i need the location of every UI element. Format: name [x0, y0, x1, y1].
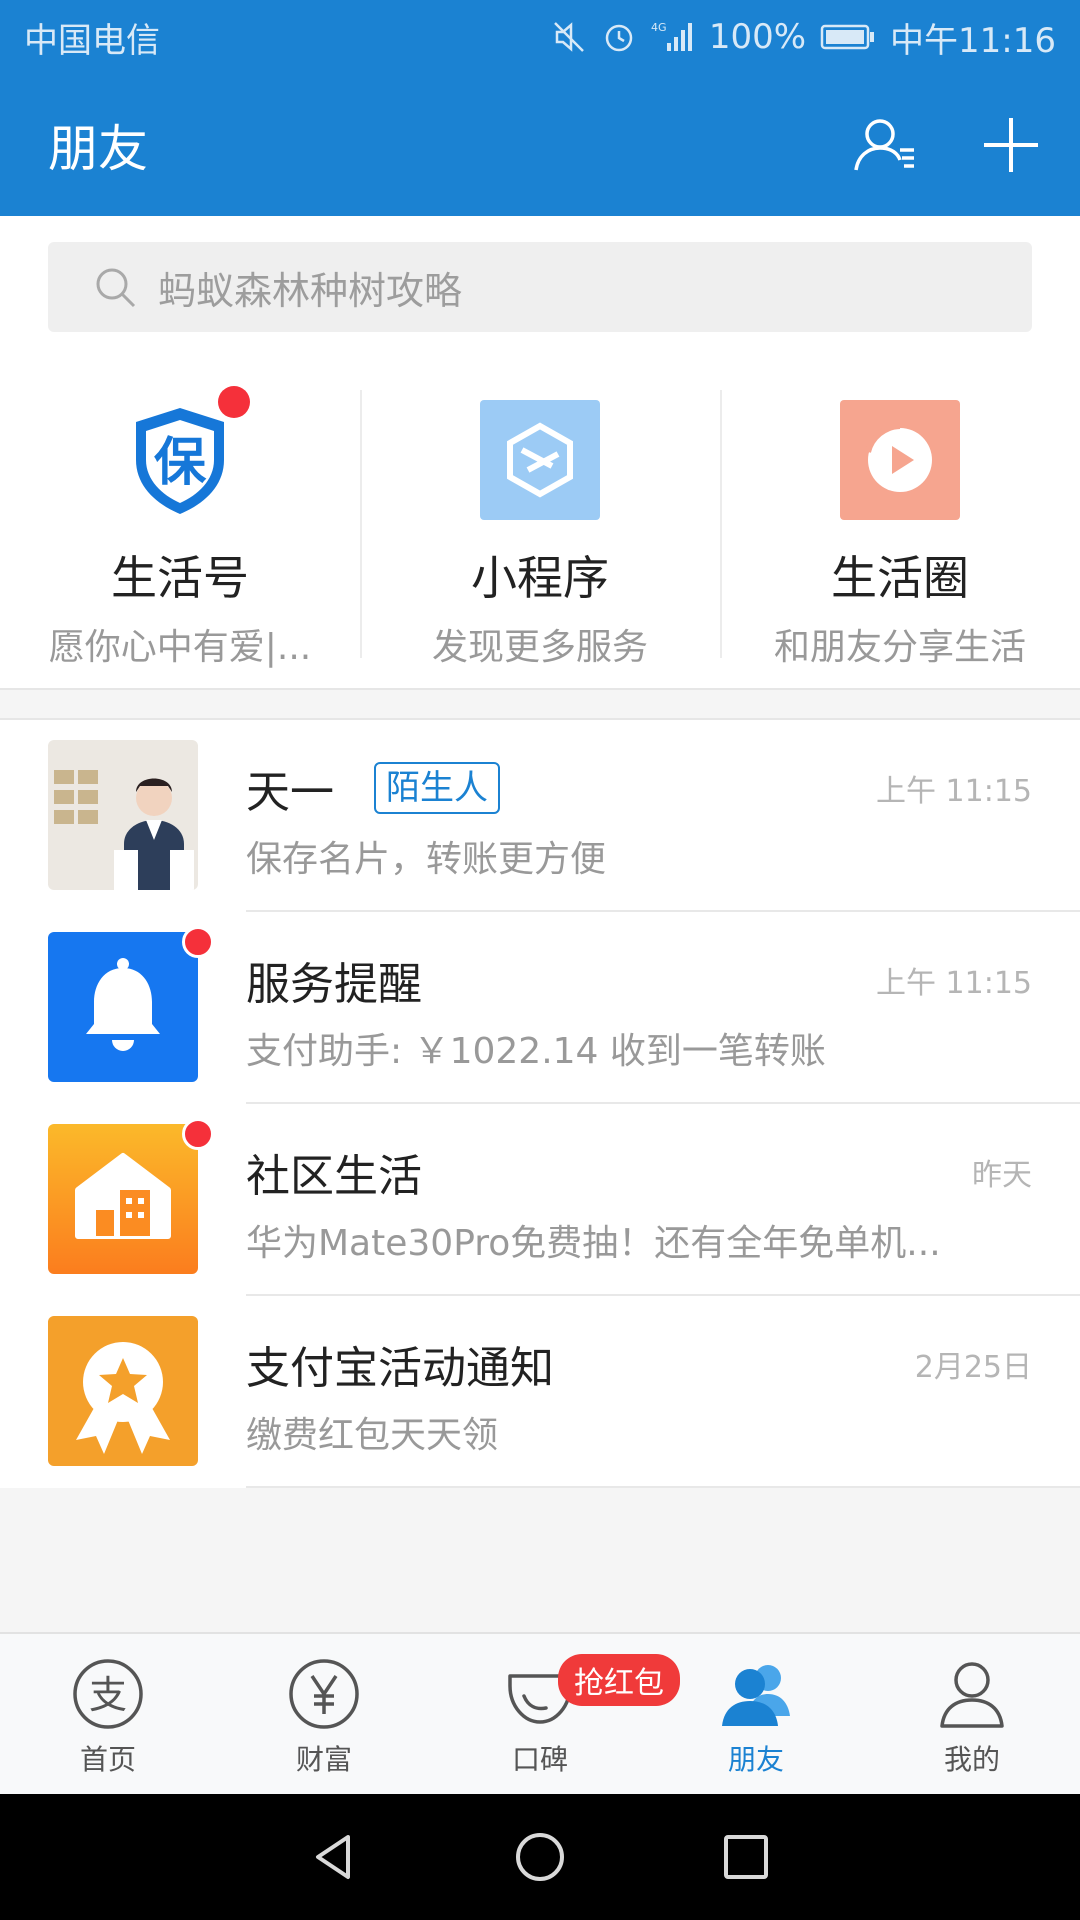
message-time: 上午 11:15 — [876, 966, 1032, 1001]
back-icon[interactable] — [306, 1829, 362, 1885]
message-preview: 缴费红包天天领 — [246, 1415, 499, 1456]
message-title: 服务提醒 — [246, 948, 422, 1012]
message-name: 支付宝活动通知 — [246, 1343, 554, 1394]
person-icon — [940, 1662, 1004, 1728]
message-preview: 保存名片，转账更方便 — [246, 839, 607, 880]
stranger-tag: 陌生人 — [374, 762, 500, 814]
status-bar: 中国电信 4G 100% 中午11:16 — [0, 0, 1080, 74]
svg-text:支: 支 — [89, 1673, 127, 1717]
message-title: 天一 陌生人 — [246, 756, 500, 820]
person-avatar-image — [48, 740, 198, 890]
notification-dot — [218, 386, 250, 418]
tab-label: 首页 — [79, 1743, 136, 1776]
message-row-alipay-activity[interactable]: 支付宝活动通知 2月25日 缴费红包天天领 — [0, 1296, 1080, 1488]
home-icon[interactable] — [512, 1829, 568, 1885]
message-time: 2月25日 — [914, 1350, 1032, 1385]
message-list: 天一 陌生人 上午 11:15 保存名片，转账更方便 服务提醒 上午 11:15… — [0, 718, 1080, 1488]
battery-percent: 100% — [708, 17, 807, 57]
network-label: 4G — [651, 21, 667, 34]
row-divider — [246, 1486, 1080, 1488]
message-row-tianyi[interactable]: 天一 陌生人 上午 11:15 保存名片，转账更方便 — [0, 720, 1080, 912]
search-icon — [96, 268, 136, 308]
mute-icon — [553, 22, 584, 52]
community-house-icon — [48, 1124, 198, 1274]
entry-icon-wrap — [480, 400, 600, 520]
message-name: 天一 — [246, 767, 334, 818]
app-header: 朋友 — [0, 74, 1080, 216]
header-actions — [850, 110, 1046, 180]
alipay-home-icon: 支 — [73, 1659, 143, 1729]
message-time: 上午 11:15 — [876, 774, 1032, 809]
quick-entries: 保 生活号 愿你心中有爱|... 小程序 发现更多服务 生活圈 和朋友分享生活 — [0, 350, 1080, 690]
tab-label: 我的 — [943, 1743, 1000, 1776]
svg-text:保: 保 — [154, 433, 207, 493]
mini-program-icon — [480, 400, 600, 520]
clock: 中午11:16 — [890, 20, 1056, 61]
search-input[interactable]: 蚂蚁森林种树攻略 — [48, 242, 1032, 332]
activity-avatar — [48, 1316, 198, 1466]
entry-title: 小程序 — [471, 551, 609, 605]
entry-title: 生活圈 — [831, 551, 969, 605]
status-indicators: 4G 100% 中午11:16 — [551, 13, 1056, 62]
add-icon[interactable] — [976, 110, 1046, 180]
contacts-icon[interactable] — [850, 110, 920, 180]
friends-icon — [722, 1665, 790, 1726]
system-nav-bar — [0, 1794, 1080, 1920]
bottom-tab-bar: 支 首页 财富 口碑 抢红包 朋友 我的 — [0, 1632, 1080, 1794]
tab-label: 朋友 — [727, 1743, 784, 1776]
person-avatar — [48, 740, 198, 890]
entry-life-circle[interactable]: 生活圈 和朋友分享生活 — [720, 350, 1080, 688]
tab-koubei[interactable]: 口碑 抢红包 — [432, 1634, 680, 1794]
entry-icon-wrap — [840, 400, 960, 520]
message-preview: 华为Mate30Pro免费抽！还有全年免单机... — [246, 1223, 941, 1264]
bell-icon — [48, 932, 198, 1082]
community-avatar — [48, 1124, 198, 1274]
entry-subtitle: 和朋友分享生活 — [773, 627, 1026, 668]
yen-icon — [289, 1659, 359, 1729]
entry-mini-program[interactable]: 小程序 发现更多服务 — [360, 350, 720, 688]
tab-label: 财富 — [295, 1743, 352, 1776]
carrier-label: 中国电信 — [24, 20, 160, 61]
message-name: 服务提醒 — [246, 959, 422, 1010]
message-title: 支付宝活动通知 — [246, 1332, 554, 1396]
tab-home[interactable]: 支 首页 — [0, 1634, 216, 1794]
alarm-icon — [605, 24, 633, 52]
message-title: 社区生活 — [246, 1140, 422, 1204]
search-section: 蚂蚁森林种树攻略 — [0, 216, 1080, 350]
entry-subtitle: 愿你心中有爱|... — [48, 627, 312, 668]
battery-icon — [820, 24, 875, 50]
page-title: 朋友 — [48, 120, 148, 178]
message-time: 昨天 — [972, 1158, 1032, 1193]
message-row-community[interactable]: 社区生活 昨天 华为Mate30Pro免费抽！还有全年免单机... — [0, 1104, 1080, 1296]
service-avatar — [48, 932, 198, 1082]
tab-label: 口碑 — [511, 1743, 568, 1776]
entry-life-account[interactable]: 保 生活号 愿你心中有爱|... — [0, 350, 360, 688]
tab-mine[interactable]: 我的 — [864, 1634, 1080, 1794]
search-placeholder: 蚂蚁森林种树攻略 — [158, 268, 463, 313]
tab-friends[interactable]: 朋友 — [648, 1634, 864, 1794]
notification-dot — [182, 1118, 214, 1150]
entry-subtitle: 发现更多服务 — [431, 627, 648, 668]
message-name: 社区生活 — [246, 1151, 422, 1202]
notification-dot — [182, 926, 214, 958]
message-row-service-reminder[interactable]: 服务提醒 上午 11:15 支付助手: ￥1022.14 收到一笔转账 — [0, 912, 1080, 1104]
life-circle-icon — [840, 400, 960, 520]
message-preview: 支付助手: ￥1022.14 收到一笔转账 — [246, 1031, 826, 1072]
entry-icon-wrap: 保 — [120, 386, 250, 520]
shield-bao-icon: 保 — [136, 408, 224, 514]
recents-icon[interactable] — [718, 1829, 774, 1885]
entry-title: 生活号 — [111, 551, 249, 605]
medal-star-icon — [48, 1316, 198, 1466]
signal-icon: 4G — [651, 21, 692, 51]
tab-wealth[interactable]: 财富 — [216, 1634, 432, 1794]
